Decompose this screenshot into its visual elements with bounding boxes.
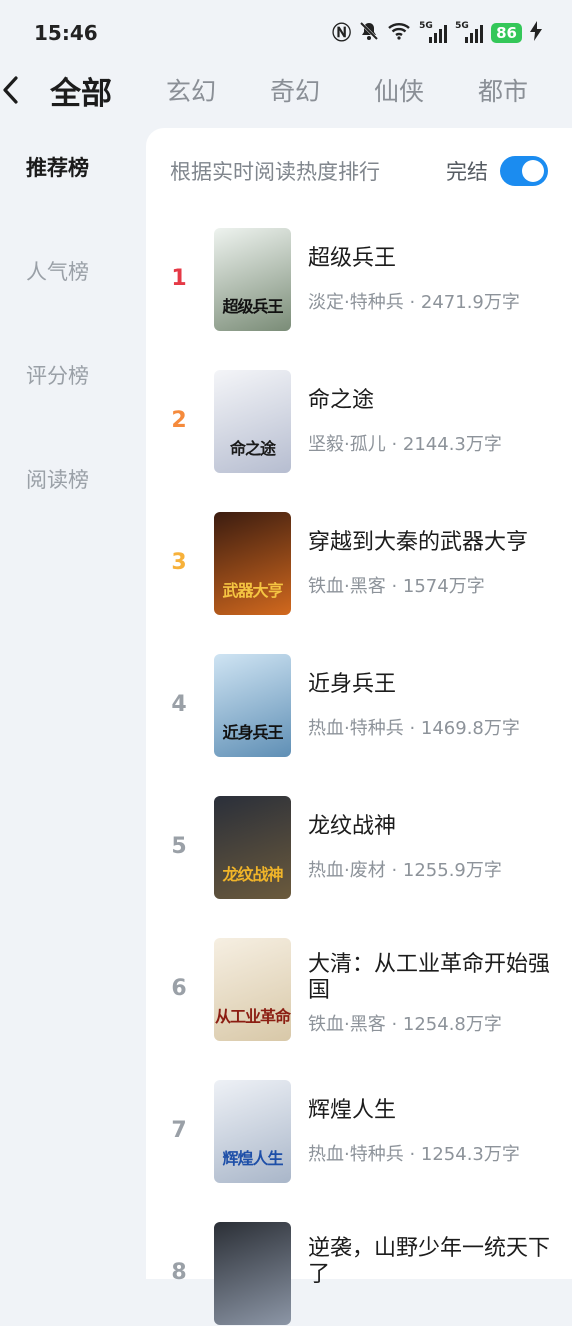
panel-toolbar: 根据实时阅读热度排行 完结 bbox=[146, 128, 572, 214]
book-cover-title: 龙纹战神 bbox=[222, 865, 283, 884]
book-rank: 7 bbox=[171, 1118, 187, 1143]
book-cover[interactable] bbox=[214, 1222, 291, 1325]
tab-dushi[interactable]: 都市 bbox=[478, 72, 528, 108]
mute-bell-icon bbox=[359, 21, 379, 45]
book-title[interactable]: 辉煌人生 bbox=[308, 1098, 552, 1124]
book-cover-title: 命之途 bbox=[229, 439, 276, 458]
book-meta: 铁血·黑客 · 1574万字 bbox=[308, 576, 485, 597]
sidebar-item-popular[interactable]: 人气榜 bbox=[0, 232, 146, 336]
ranking-hint: 根据实时阅读热度排行 bbox=[170, 160, 380, 184]
nfc-icon: Ⓝ bbox=[332, 21, 352, 44]
book-row[interactable]: 4 近身兵王 近身兵王 热血·特种兵 · 1469.8万字 bbox=[146, 654, 572, 758]
sidebar-item-recommended[interactable]: 推荐榜 bbox=[0, 128, 146, 232]
book-meta: 铁血·黑客 · 1254.8万字 bbox=[308, 1014, 502, 1035]
book-cover[interactable]: 超级兵王 bbox=[214, 228, 291, 331]
ranking-panel: 根据实时阅读热度排行 完结 1 超级兵王 超级兵王 淡定·特种兵 · 2471.9万字… bbox=[146, 128, 572, 1325]
tab-xianxia[interactable]: 仙侠 bbox=[374, 72, 424, 108]
book-row[interactable]: 2 命之途 命之途 坚毅·孤儿 · 2144.3万字 bbox=[146, 370, 572, 474]
book-title[interactable]: 龙纹战神 bbox=[308, 814, 552, 840]
sidebar-item-reading[interactable]: 阅读榜 bbox=[0, 440, 146, 544]
back-button[interactable] bbox=[0, 66, 22, 114]
status-icons: Ⓝ 5G 5G 86 bbox=[332, 21, 542, 45]
book-rank: 6 bbox=[171, 976, 187, 1001]
book-row[interactable]: 6 从工业革命 大清：从工业革命开始强国铁血·黑客 · 1254.8万字 bbox=[146, 938, 572, 1042]
book-rank: 5 bbox=[171, 834, 187, 859]
chevron-left-icon bbox=[3, 76, 18, 104]
ranking-sidebar: 推荐榜 人气榜 评分榜 阅读榜 bbox=[0, 128, 146, 1279]
book-rank: 2 bbox=[171, 408, 187, 433]
wifi-icon bbox=[387, 22, 411, 44]
book-cover[interactable]: 武器大亨 bbox=[214, 512, 291, 615]
book-cover-title: 超级兵王 bbox=[222, 297, 283, 316]
status-time: 15:46 bbox=[34, 21, 98, 45]
signal-5g-icon-2: 5G bbox=[455, 21, 484, 43]
book-cover[interactable]: 近身兵王 bbox=[214, 654, 291, 757]
network-type-label-2: 5G bbox=[455, 21, 469, 31]
completed-toggle[interactable] bbox=[500, 156, 548, 186]
book-row[interactable]: 8 逆袭，山野少年一统天下了 bbox=[146, 1222, 572, 1326]
tab-all[interactable]: 全部 bbox=[50, 68, 112, 113]
book-rank: 3 bbox=[171, 550, 187, 575]
book-cover-title: 从工业革命 bbox=[214, 1007, 291, 1026]
book-cover[interactable]: 从工业革命 bbox=[214, 938, 291, 1041]
book-rank: 4 bbox=[171, 692, 187, 717]
book-rank: 8 bbox=[171, 1260, 187, 1285]
book-title[interactable]: 逆袭，山野少年一统天下了 bbox=[308, 1236, 552, 1288]
book-cover[interactable]: 命之途 bbox=[214, 370, 291, 473]
book-row[interactable]: 5 龙纹战神 龙纹战神 热血·废材 · 1255.9万字 bbox=[146, 796, 572, 900]
book-title[interactable]: 穿越到大秦的武器大亨 bbox=[308, 530, 552, 556]
battery-indicator: 86 bbox=[491, 23, 522, 43]
book-row[interactable]: 1 超级兵王 超级兵王 淡定·特种兵 · 2471.9万字 bbox=[146, 228, 572, 332]
book-title[interactable]: 超级兵王 bbox=[308, 246, 552, 272]
book-title[interactable]: 大清：从工业革命开始强国 bbox=[308, 952, 552, 1004]
network-type-label: 5G bbox=[419, 21, 433, 31]
book-cover-title: 近身兵王 bbox=[222, 723, 283, 742]
book-meta: 淡定·特种兵 · 2471.9万字 bbox=[308, 292, 520, 313]
book-row[interactable]: 3 武器大亨 穿越到大秦的武器大亨铁血·黑客 · 1574万字 bbox=[146, 512, 572, 616]
book-row[interactable]: 7 辉煌人生 辉煌人生 热血·特种兵 · 1254.3万字 bbox=[146, 1080, 572, 1184]
book-cover[interactable]: 辉煌人生 bbox=[214, 1080, 291, 1183]
book-cover-title: 辉煌人生 bbox=[222, 1149, 283, 1168]
book-meta: 热血·特种兵 · 1254.3万字 bbox=[308, 1144, 520, 1165]
signal-5g-icon: 5G bbox=[419, 21, 448, 43]
book-title[interactable]: 近身兵王 bbox=[308, 672, 552, 698]
book-meta: 坚毅·孤儿 · 2144.3万字 bbox=[308, 434, 502, 455]
book-rank: 1 bbox=[171, 266, 187, 291]
sidebar-item-rating[interactable]: 评分榜 bbox=[0, 336, 146, 440]
book-title[interactable]: 命之途 bbox=[308, 388, 552, 414]
book-meta: 热血·特种兵 · 1469.8万字 bbox=[308, 718, 520, 739]
category-tabs: 全部 玄幻 奇幻 仙侠 都市 bbox=[22, 68, 572, 113]
tab-qihuan[interactable]: 奇幻 bbox=[270, 72, 320, 108]
completed-filter: 完结 bbox=[446, 156, 548, 186]
book-cover[interactable]: 龙纹战神 bbox=[214, 796, 291, 899]
status-bar: 15:46 Ⓝ 5G 5G 86 bbox=[0, 0, 572, 66]
header: 全部 玄幻 奇幻 仙侠 都市 bbox=[0, 66, 572, 114]
book-cover-title: 武器大亨 bbox=[222, 581, 283, 600]
tab-xuanhuan[interactable]: 玄幻 bbox=[166, 72, 216, 108]
book-meta: 热血·废材 · 1255.9万字 bbox=[308, 860, 502, 881]
completed-toggle-label: 完结 bbox=[446, 160, 488, 184]
charging-icon bbox=[530, 21, 542, 45]
